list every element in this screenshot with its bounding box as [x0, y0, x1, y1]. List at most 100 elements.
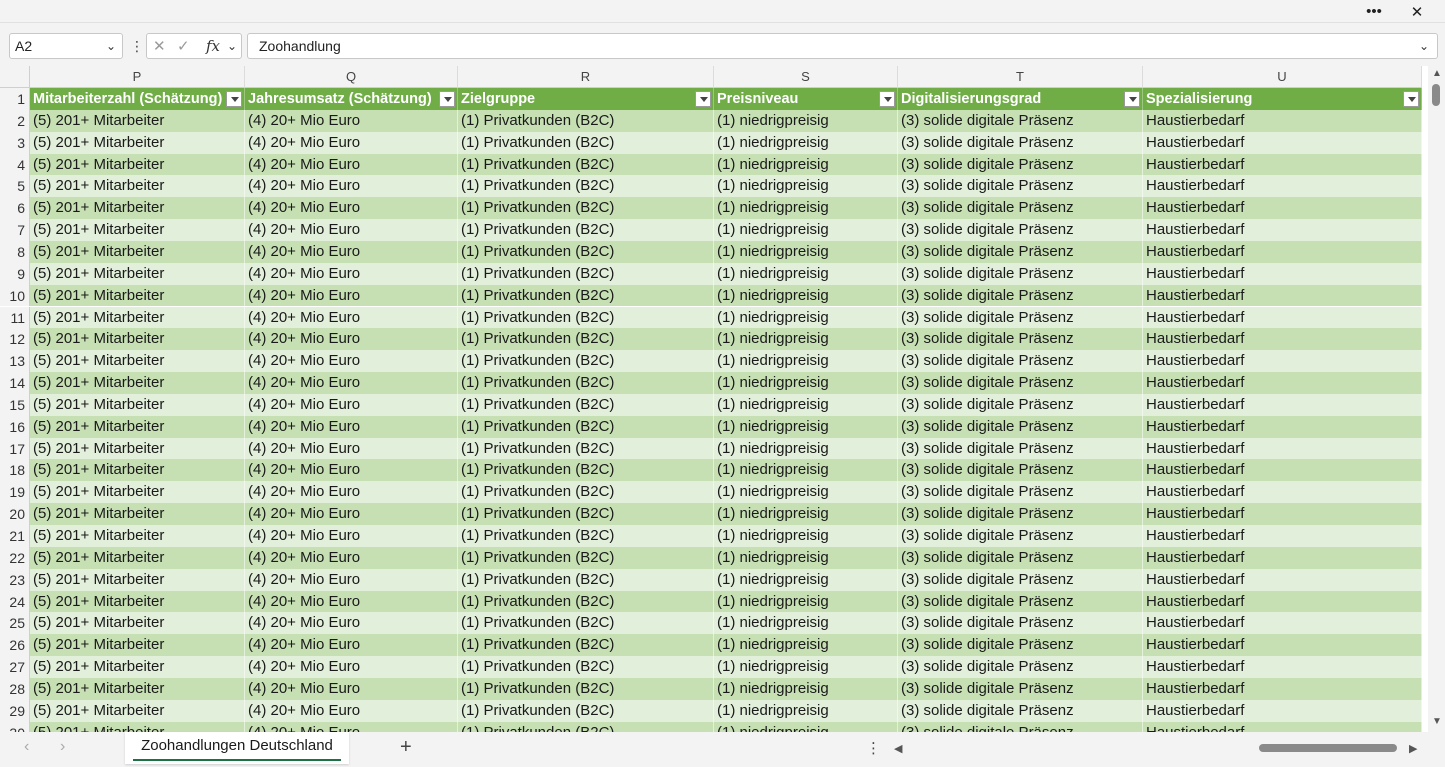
- table-cell[interactable]: (4) 20+ Mio Euro: [245, 197, 458, 220]
- table-cell[interactable]: (3) solide digitale Präsenz: [898, 197, 1143, 220]
- table-cell[interactable]: (3) solide digitale Präsenz: [898, 590, 1143, 613]
- table-cell[interactable]: (1) niedrigpreisig: [714, 503, 898, 525]
- row-header[interactable]: 14: [0, 372, 30, 394]
- table-cell[interactable]: (5) 201+ Mitarbeiter: [30, 197, 245, 220]
- table-cell[interactable]: (1) niedrigpreisig: [714, 109, 898, 132]
- table-cell[interactable]: (4) 20+ Mio Euro: [245, 721, 458, 732]
- table-cell[interactable]: (5) 201+ Mitarbeiter: [30, 590, 245, 613]
- table-cell[interactable]: (1) niedrigpreisig: [714, 415, 898, 438]
- table-cell[interactable]: (3) solide digitale Präsenz: [898, 219, 1143, 241]
- table-cell[interactable]: (5) 201+ Mitarbeiter: [30, 612, 245, 635]
- table-header-cell[interactable]: Digitalisierungsgrad: [898, 88, 1143, 110]
- table-cell[interactable]: (3) solide digitale Präsenz: [898, 393, 1143, 416]
- table-cell[interactable]: (4) 20+ Mio Euro: [245, 262, 458, 285]
- table-cell[interactable]: Haustierbedarf: [1143, 437, 1422, 460]
- table-cell[interactable]: (4) 20+ Mio Euro: [245, 328, 458, 351]
- table-cell[interactable]: Haustierbedarf: [1143, 284, 1422, 307]
- table-cell[interactable]: (5) 201+ Mitarbeiter: [30, 240, 245, 263]
- table-cell[interactable]: (3) solide digitale Präsenz: [898, 677, 1143, 700]
- table-header-cell[interactable]: Zielgruppe: [458, 88, 714, 110]
- table-cell[interactable]: (1) niedrigpreisig: [714, 197, 898, 220]
- table-cell[interactable]: (5) 201+ Mitarbeiter: [30, 503, 245, 525]
- next-sheet-icon[interactable]: ›: [60, 738, 65, 756]
- table-cell[interactable]: Haustierbedarf: [1143, 677, 1422, 700]
- table-cell[interactable]: Haustierbedarf: [1143, 415, 1422, 438]
- table-cell[interactable]: (3) solide digitale Präsenz: [898, 437, 1143, 460]
- row-header[interactable]: 29: [0, 699, 30, 722]
- table-cell[interactable]: (5) 201+ Mitarbeiter: [30, 459, 245, 482]
- row-header[interactable]: 23: [0, 568, 30, 591]
- table-cell[interactable]: (5) 201+ Mitarbeiter: [30, 175, 245, 198]
- table-cell[interactable]: (3) solide digitale Präsenz: [898, 656, 1143, 678]
- table-cell[interactable]: (5) 201+ Mitarbeiter: [30, 721, 245, 732]
- table-cell[interactable]: (3) solide digitale Präsenz: [898, 481, 1143, 504]
- table-cell[interactable]: (5) 201+ Mitarbeiter: [30, 109, 245, 132]
- row-header[interactable]: 12: [0, 328, 30, 351]
- table-cell[interactable]: (1) Privatkunden (B2C): [458, 109, 714, 132]
- table-cell[interactable]: (3) solide digitale Präsenz: [898, 131, 1143, 154]
- table-cell[interactable]: Haustierbedarf: [1143, 350, 1422, 373]
- table-cell[interactable]: Haustierbedarf: [1143, 175, 1422, 198]
- table-cell[interactable]: Haustierbedarf: [1143, 568, 1422, 591]
- row-header[interactable]: 9: [0, 262, 30, 285]
- table-cell[interactable]: (1) Privatkunden (B2C): [458, 481, 714, 504]
- row-header[interactable]: 15: [0, 393, 30, 416]
- table-cell[interactable]: (4) 20+ Mio Euro: [245, 175, 458, 198]
- table-cell[interactable]: (5) 201+ Mitarbeiter: [30, 634, 245, 657]
- column-header-t[interactable]: T: [898, 66, 1143, 88]
- table-cell[interactable]: Haustierbedarf: [1143, 262, 1422, 285]
- table-cell[interactable]: Haustierbedarf: [1143, 131, 1422, 154]
- expand-formula-icon[interactable]: ⌄: [1419, 34, 1429, 58]
- table-cell[interactable]: (3) solide digitale Präsenz: [898, 372, 1143, 394]
- table-cell[interactable]: (5) 201+ Mitarbeiter: [30, 153, 245, 176]
- table-cell[interactable]: (5) 201+ Mitarbeiter: [30, 699, 245, 722]
- table-cell[interactable]: (5) 201+ Mitarbeiter: [30, 568, 245, 591]
- sheet-tab[interactable]: Zoohandlungen Deutschland: [125, 732, 349, 764]
- spreadsheet-grid[interactable]: P Q R S T U 1 Mitarbeiterzahl (Schätzung) Jahres…: [0, 66, 1428, 732]
- table-cell[interactable]: (1) Privatkunden (B2C): [458, 153, 714, 176]
- table-cell[interactable]: (3) solide digitale Präsenz: [898, 153, 1143, 176]
- table-cell[interactable]: (1) niedrigpreisig: [714, 481, 898, 504]
- row-header[interactable]: 24: [0, 590, 30, 613]
- row-header[interactable]: 5: [0, 175, 30, 198]
- table-cell[interactable]: (4) 20+ Mio Euro: [245, 393, 458, 416]
- chevron-down-icon[interactable]: ⌄: [106, 34, 116, 58]
- cancel-icon[interactable]: ✕: [153, 37, 166, 55]
- close-icon[interactable]: ✕: [1399, 0, 1435, 23]
- table-cell[interactable]: (1) niedrigpreisig: [714, 721, 898, 732]
- row-header[interactable]: 17: [0, 437, 30, 460]
- name-box[interactable]: A2 ⌄: [9, 33, 123, 59]
- table-cell[interactable]: (1) Privatkunden (B2C): [458, 459, 714, 482]
- table-cell[interactable]: Haustierbedarf: [1143, 634, 1422, 657]
- table-cell[interactable]: (3) solide digitale Präsenz: [898, 284, 1143, 307]
- table-cell[interactable]: (3) solide digitale Präsenz: [898, 175, 1143, 198]
- row-header[interactable]: 7: [0, 219, 30, 241]
- table-cell[interactable]: (1) niedrigpreisig: [714, 612, 898, 635]
- vertical-scrollbar[interactable]: ▲ ▼: [1428, 66, 1445, 732]
- table-header-cell[interactable]: Preisniveau: [714, 88, 898, 110]
- table-cell[interactable]: (1) Privatkunden (B2C): [458, 590, 714, 613]
- table-cell[interactable]: (4) 20+ Mio Euro: [245, 656, 458, 678]
- table-cell[interactable]: (1) Privatkunden (B2C): [458, 350, 714, 373]
- table-cell[interactable]: (3) solide digitale Präsenz: [898, 240, 1143, 263]
- add-sheet-icon[interactable]: +: [400, 736, 412, 759]
- table-cell[interactable]: (1) niedrigpreisig: [714, 153, 898, 176]
- row-header[interactable]: 11: [0, 306, 30, 329]
- table-cell[interactable]: Haustierbedarf: [1143, 525, 1422, 547]
- table-cell[interactable]: (1) Privatkunden (B2C): [458, 306, 714, 329]
- table-cell[interactable]: Haustierbedarf: [1143, 372, 1422, 394]
- fx-icon[interactable]: fx: [206, 37, 220, 55]
- row-header[interactable]: 22: [0, 546, 30, 569]
- column-header-q[interactable]: Q: [245, 66, 458, 88]
- table-cell[interactable]: Haustierbedarf: [1143, 328, 1422, 351]
- row-header[interactable]: 16: [0, 415, 30, 438]
- table-cell[interactable]: (3) solide digitale Präsenz: [898, 459, 1143, 482]
- column-header-s[interactable]: S: [714, 66, 898, 88]
- table-cell[interactable]: (1) Privatkunden (B2C): [458, 262, 714, 285]
- table-cell[interactable]: (1) niedrigpreisig: [714, 546, 898, 569]
- row-header[interactable]: 10: [0, 284, 30, 307]
- table-cell[interactable]: (1) niedrigpreisig: [714, 262, 898, 285]
- table-cell[interactable]: (1) Privatkunden (B2C): [458, 393, 714, 416]
- table-cell[interactable]: (1) Privatkunden (B2C): [458, 437, 714, 460]
- table-cell[interactable]: (4) 20+ Mio Euro: [245, 546, 458, 569]
